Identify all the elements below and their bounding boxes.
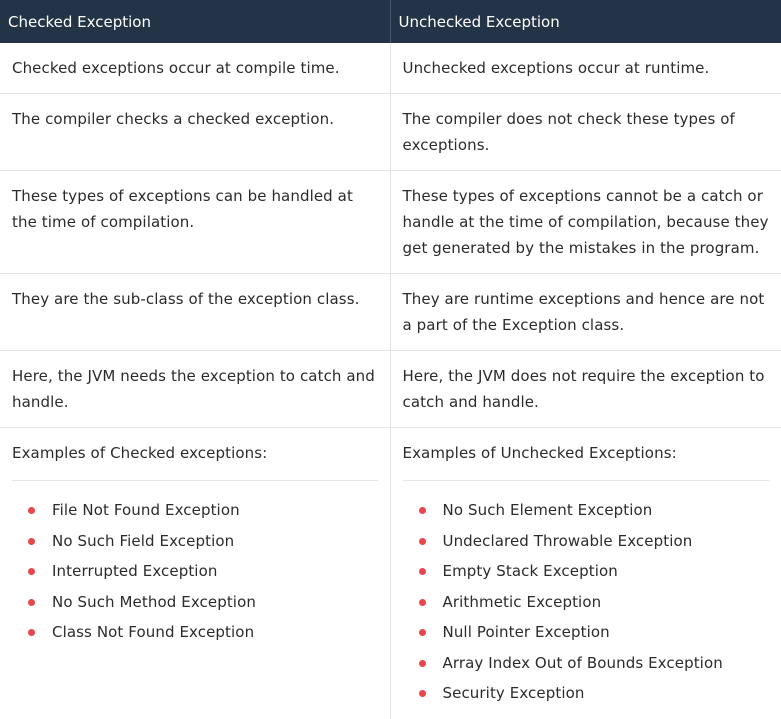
- list-item-label: Interrupted Exception: [52, 562, 218, 580]
- list-item: Security Exception: [403, 678, 770, 709]
- header-checked-exception: Checked Exception: [0, 0, 391, 43]
- list-item-label: Arithmetic Exception: [442, 592, 602, 611]
- table-row: The compiler checks a checked exception.…: [0, 93, 781, 171]
- table-header: Checked Exception Unchecked Exception: [0, 0, 781, 43]
- bullet-icon: [28, 537, 35, 545]
- bullet-icon: [418, 659, 426, 667]
- list-item-label: No Such Field Exception: [52, 531, 235, 550]
- checked-cell: Here, the JVM needs the exception to cat…: [0, 350, 391, 428]
- bullet-icon: [418, 537, 426, 545]
- list-item: No Such Field Exception: [12, 526, 378, 557]
- list-item: Class Not Found Exception: [12, 617, 378, 648]
- comparison-table: Checked Exception Unchecked Exception Ch…: [0, 0, 781, 719]
- unchecked-cell: Unchecked exceptions occur at runtime.: [390, 43, 781, 94]
- header-unchecked-exception: Unchecked Exception: [390, 0, 781, 43]
- bullet-icon: [28, 568, 35, 575]
- unchecked-examples-cell: Examples of Unchecked Exceptions: No Suc…: [390, 428, 781, 719]
- unchecked-cell: The compiler does not check these types …: [390, 93, 781, 171]
- bullet-icon: [418, 690, 426, 697]
- bullet-icon: [28, 598, 35, 606]
- list-item-label: Security Exception: [442, 684, 585, 702]
- checked-examples-cell: Examples of Checked exceptions: File Not…: [0, 427, 391, 719]
- list-item-label: File Not Found Exception: [52, 501, 240, 519]
- bullet-icon: [418, 568, 426, 575]
- list-item-label: Undeclared Throwable Exception: [442, 531, 693, 550]
- bullet-icon: [418, 598, 426, 606]
- checked-examples-list: File Not Found Exception No Such Field E…: [12, 495, 378, 648]
- list-item: Array Index Out of Bounds Exception: [403, 648, 770, 679]
- list-item: Empty Stack Exception: [403, 556, 770, 587]
- list-item-label: Empty Stack Exception: [442, 562, 618, 580]
- list-item: Undeclared Throwable Exception: [403, 526, 770, 557]
- table-row: Checked exceptions occur at compile time…: [0, 43, 781, 94]
- bullet-icon: [28, 629, 35, 636]
- list-item: Interrupted Exception: [12, 556, 378, 587]
- list-item-label: No Such Element Exception: [442, 501, 653, 519]
- list-item-label: No Such Method Exception: [52, 592, 256, 611]
- unchecked-cell: These types of exceptions cannot be a ca…: [390, 170, 781, 274]
- examples-row: Examples of Checked exceptions: File Not…: [0, 427, 781, 719]
- bullet-icon: [418, 507, 426, 514]
- list-item-label: Null Pointer Exception: [442, 623, 610, 641]
- list-item-label: Array Index Out of Bounds Exception: [442, 653, 723, 672]
- checked-examples-title: Examples of Checked exceptions:: [12, 440, 378, 481]
- unchecked-examples-title: Examples of Unchecked Exceptions:: [402, 440, 769, 481]
- bullet-icon: [418, 629, 426, 636]
- page: Checked Exception Unchecked Exception Ch…: [0, 0, 781, 719]
- list-item: No Such Element Exception: [403, 495, 770, 526]
- unchecked-examples-list: No Such Element Exception Undeclared Thr…: [403, 495, 770, 709]
- table-row: Here, the JVM needs the exception to cat…: [0, 350, 781, 428]
- table-row: They are the sub-class of the exception …: [0, 273, 781, 351]
- bullet-icon: [28, 507, 35, 514]
- table-row: These types of exceptions can be handled…: [0, 170, 781, 274]
- checked-cell: They are the sub-class of the exception …: [0, 273, 391, 351]
- list-item-label: Class Not Found Exception: [52, 623, 255, 641]
- unchecked-cell: Here, the JVM does not require the excep…: [390, 350, 781, 428]
- list-item: Arithmetic Exception: [403, 587, 770, 618]
- checked-cell: The compiler checks a checked exception.: [0, 93, 391, 171]
- list-item: Null Pointer Exception: [403, 617, 770, 648]
- unchecked-cell: They are runtime exceptions and hence ar…: [390, 273, 781, 351]
- list-item: File Not Found Exception: [12, 495, 378, 526]
- checked-cell: Checked exceptions occur at compile time…: [0, 43, 391, 94]
- checked-cell: These types of exceptions can be handled…: [0, 170, 391, 274]
- table-body: Checked exceptions occur at compile time…: [0, 43, 781, 719]
- list-item: No Such Method Exception: [12, 587, 378, 618]
- header-row: Checked Exception Unchecked Exception: [0, 0, 781, 43]
